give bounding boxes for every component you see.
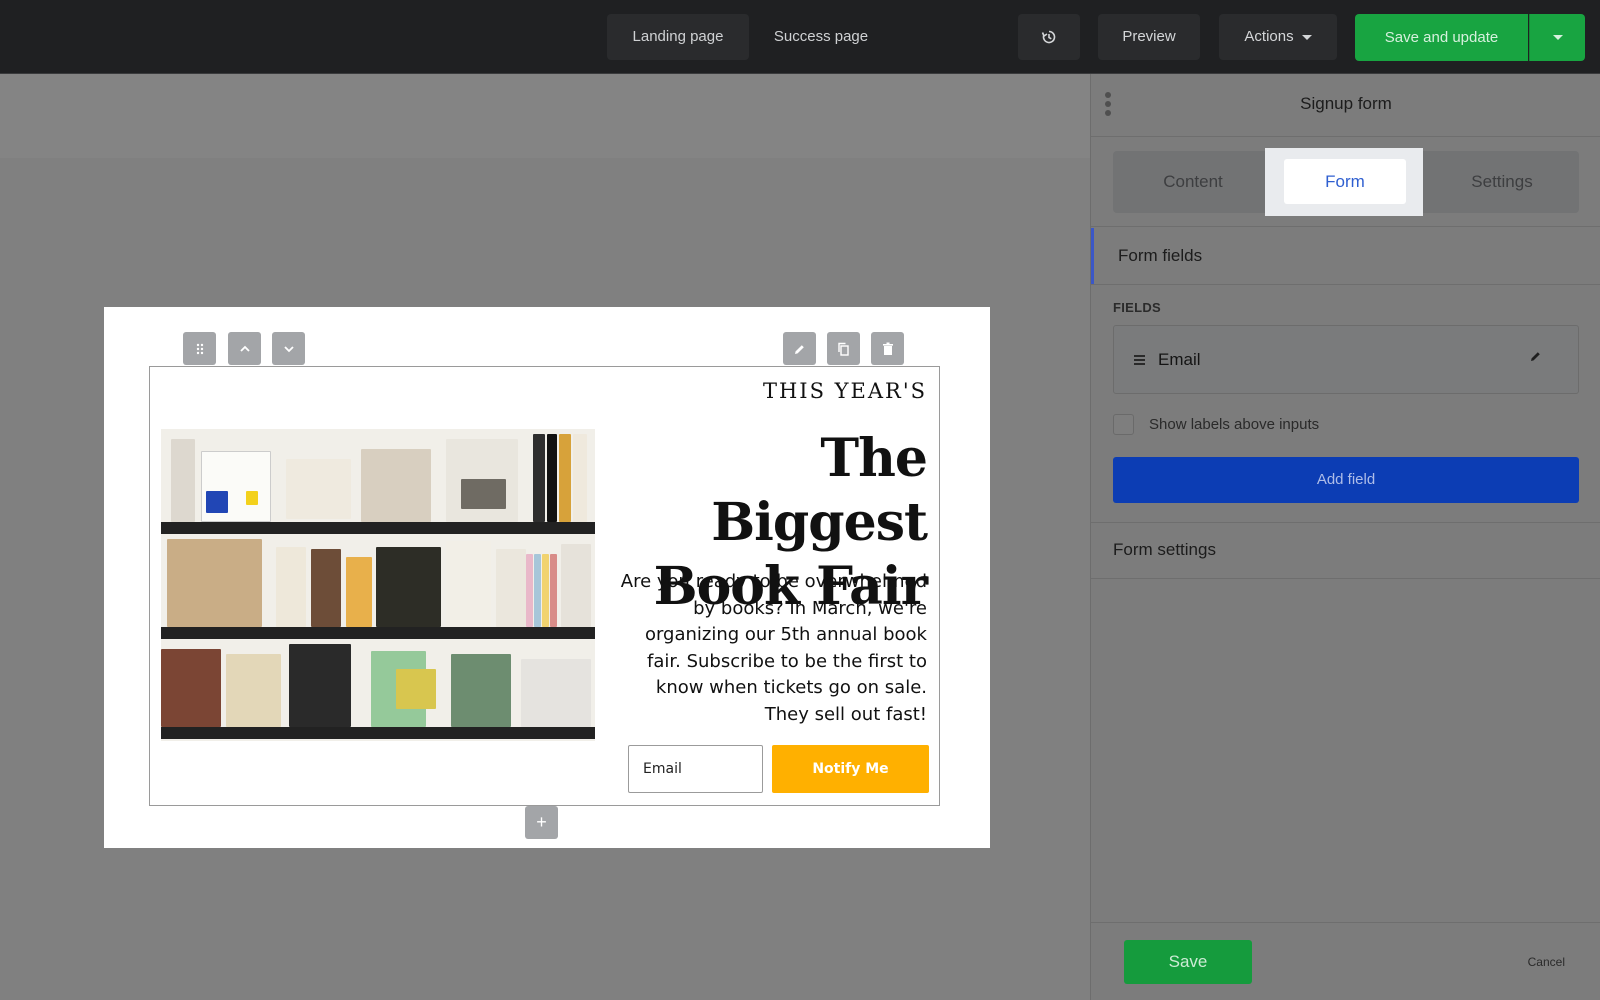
add-block-button[interactable]: + [525,806,558,839]
history-icon [1041,30,1056,44]
body-text: Are you ready to be overwhelmed by books… [620,571,927,725]
top-toolbar: Landing page Success page Preview Action… [0,0,1600,74]
edit-block-button[interactable] [783,332,816,365]
notify-me-button[interactable]: Notify Me [772,745,929,793]
edit-field-button[interactable] [1529,350,1542,367]
tab-form-highlight: Form [1265,148,1423,216]
actions-label: Actions [1244,28,1294,45]
add-field-button[interactable]: Add field [1113,457,1579,503]
field-label: Email [1158,350,1201,369]
trash-icon [882,342,893,356]
divider [1091,226,1600,227]
panel-header: Signup form [1091,74,1600,137]
bookshelf-image [161,429,595,741]
email-field[interactable]: Email [628,745,763,793]
panel-tabs: Content Form Settings [1113,148,1579,216]
duplicate-block-button[interactable] [827,332,860,365]
show-labels-label: Show labels above inputs [1149,416,1320,433]
cancel-button[interactable]: Cancel [1528,955,1565,969]
chevron-down-icon [1301,34,1312,40]
panel-footer: Save Cancel [1091,922,1600,1000]
form-settings-section[interactable]: Form settings [1091,522,1600,578]
pencil-icon [1531,352,1540,361]
tab-landing-page[interactable]: Landing page [607,14,749,60]
save-options-dropdown[interactable] [1529,14,1585,61]
preview-button[interactable]: Preview [1098,14,1200,60]
history-button[interactable] [1018,14,1080,60]
save-and-update-button[interactable]: Save and update [1355,14,1528,61]
pencil-icon [795,344,804,354]
save-button[interactable]: Save [1124,940,1252,984]
drag-handle-button[interactable] [183,332,216,365]
plus-icon: + [536,812,547,832]
divider [1091,578,1600,579]
show-labels-checkbox[interactable] [1113,414,1134,435]
eyebrow-heading: THIS YEAR'S [762,379,927,403]
drag-handle-icon [196,344,203,355]
headline-line-1: The Biggest [711,428,928,553]
actions-dropdown[interactable]: Actions [1219,14,1337,60]
signup-form-block[interactable]: THIS YEAR'S The Biggest Book Fair Are yo… [149,366,940,806]
delete-block-button[interactable] [871,332,904,365]
panel-title: Signup form [1300,94,1392,113]
drag-handle-icon[interactable] [1134,355,1145,367]
chevron-down-icon [1553,35,1563,40]
tab-content[interactable]: Content [1113,151,1273,213]
form-fields-section[interactable]: Form fields [1091,228,1600,284]
canvas-top-band [0,74,1090,158]
move-down-button[interactable] [272,332,305,365]
field-row-email[interactable]: Email [1113,325,1579,394]
move-up-button[interactable] [228,332,261,365]
tab-success-page[interactable]: Success page [753,14,889,60]
chevron-up-icon [239,346,250,352]
tab-form[interactable]: Form [1284,159,1406,204]
chevron-down-icon [283,346,294,353]
tab-settings[interactable]: Settings [1425,151,1579,213]
divider [1091,284,1600,285]
fields-label: FIELDS [1113,300,1162,315]
settings-panel: Signup form Content Form Settings Form f… [1090,74,1600,1000]
copy-icon [838,343,849,356]
